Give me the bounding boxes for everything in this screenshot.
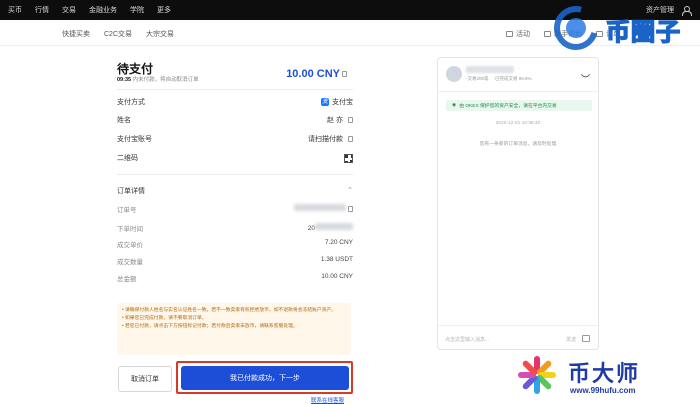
- detail-unit-price: 成交单价 7.20 CNY: [117, 239, 353, 251]
- detail-label: 下单时间: [117, 226, 143, 233]
- watermark-url: www.99hufu.com: [570, 386, 636, 395]
- image-upload-icon[interactable]: [582, 335, 590, 342]
- divider: [117, 174, 353, 175]
- merchant-completion: ·已完成交易 99.6%: [493, 76, 532, 81]
- main-menu: 买币 行情 交易 金融业务 学院 更多: [8, 5, 171, 15]
- payment-method-label: 支付方式: [117, 99, 145, 106]
- activity-link[interactable]: 活动: [506, 29, 530, 39]
- copy-icon[interactable]: [348, 136, 353, 142]
- detail-order-id: 订单号: [117, 204, 353, 216]
- merchant-trades: ·交易200笔: [466, 76, 489, 81]
- divider: [438, 91, 598, 92]
- tab-block-trade[interactable]: 大宗交易: [146, 29, 174, 39]
- order-amount: 10.00 CNY: [286, 68, 347, 80]
- watermark-logo-bottom: 币大师 www.99hufu.com: [512, 350, 700, 404]
- name-row: 姓名 赵 亦: [117, 113, 353, 127]
- logo-dot-icon: [566, 18, 586, 38]
- copy-icon[interactable]: [348, 117, 353, 123]
- countdown-text: 09:35 内未付款，将自动取消订单: [117, 75, 199, 83]
- detail-value: 20: [307, 225, 315, 232]
- chat-input[interactable]: 点击这里输入消息...: [445, 336, 489, 343]
- chat-system-message: 您有一条新的订单消息，请及时处理: [479, 142, 557, 147]
- qr-code-icon[interactable]: [344, 153, 353, 163]
- confirm-paid-button[interactable]: 我已付款成功，下一步: [181, 366, 349, 390]
- flower-logo-icon: [516, 354, 558, 396]
- chat-panel: · ·交易200笔 ·已完成交易 99.6% ◉ 由 OKEX 保护您的资产安全…: [437, 57, 599, 350]
- payment-method-row: 支付方式 支支付宝: [117, 95, 353, 109]
- name-label: 姓名: [117, 117, 131, 124]
- detail-value: 10.00 CNY: [321, 273, 353, 280]
- gift-icon: [506, 31, 513, 37]
- detail-value: 7.20 CNY: [324, 239, 353, 246]
- name-value: 赵 亦: [327, 117, 343, 124]
- nav-item-academy[interactable]: 学院: [130, 5, 144, 15]
- secure-banner: ◉ 由 OKEX 保护您的资产安全，请在平台内交易: [446, 100, 592, 111]
- countdown-suffix: 内未付款，将自动取消订单: [132, 77, 199, 83]
- shield-icon: ◉: [452, 103, 457, 108]
- nav-item-trade[interactable]: 交易: [62, 5, 76, 15]
- detail-quantity: 成交数量 1.38 USDT: [117, 256, 353, 268]
- chevron-up-icon[interactable]: ⌃: [347, 186, 353, 196]
- nav-item-more[interactable]: 更多: [157, 5, 171, 15]
- tab-c2c[interactable]: C2C交易: [104, 29, 132, 39]
- notice-line: • 若您已付款，请点击下方按钮标记付款；若付款后卖家未放币，请联系客服处理。: [122, 324, 298, 329]
- secure-text: 由 OKEX 保护您的资产安全，请在平台内交易: [459, 104, 557, 109]
- nav-item-buy[interactable]: 买币: [8, 5, 22, 15]
- detail-total: 总金额 10.00 CNY: [117, 273, 353, 285]
- merchant-nick: ·: [518, 66, 520, 72]
- copy-icon[interactable]: [348, 206, 353, 213]
- detail-label: 订单号: [117, 207, 137, 214]
- contact-support-link[interactable]: 联系在线客服: [311, 396, 344, 404]
- countdown-timer: 09:35: [117, 77, 132, 83]
- qr-code-label: 二维码: [117, 155, 138, 162]
- payment-notice: • 请确保付款人姓名与实名认证姓名一致，若不一致卖家有权拒绝放币，如不退款将会冻…: [117, 303, 351, 355]
- divider: [117, 89, 353, 90]
- copy-icon[interactable]: [342, 71, 347, 78]
- tab-quick-trade[interactable]: 快捷买卖: [62, 29, 90, 39]
- detail-label: 成交数量: [117, 259, 143, 266]
- watermark-text: 币圈子: [605, 18, 681, 47]
- payment-method-value[interactable]: 支付宝: [332, 97, 353, 107]
- order-details-title: 订单详情: [117, 188, 145, 195]
- detail-value: 1.38 USDT: [320, 256, 353, 263]
- notice-line: • 请确保付款人姓名与实名认证姓名一致，若不一致卖家有权拒绝放币，如不退款将会冻…: [122, 308, 337, 313]
- alipay-account-value: 请扫描付款: [308, 136, 343, 143]
- phone-icon[interactable]: [580, 69, 591, 80]
- order-details-header[interactable]: 订单详情 ⌃: [117, 186, 353, 196]
- nav-item-finance[interactable]: 金融业务: [89, 5, 117, 15]
- send-button[interactable]: 发送: [566, 336, 576, 343]
- alipay-icon: 支: [321, 98, 329, 106]
- chat-input-bar: 点击这里输入消息... 发送: [438, 325, 598, 350]
- detail-label: 成交单价: [117, 242, 143, 249]
- detail-order-time: 下单时间 20: [117, 223, 353, 235]
- activity-label: 活动: [516, 31, 530, 38]
- alipay-account-label: 支付宝账号: [117, 136, 152, 143]
- order-amount-value: 10.00 CNY: [286, 68, 340, 80]
- chat-timestamp: 2020-12-01 10:38:40: [495, 121, 541, 126]
- avatar: [446, 66, 462, 82]
- detail-label: 总金额: [117, 276, 137, 283]
- alipay-account-row: 支付宝账号 请扫描付款: [117, 132, 353, 146]
- cancel-order-button[interactable]: 取消订单: [118, 366, 172, 392]
- watermark-logo-top: 币圈子: [545, 0, 700, 59]
- nav-item-market[interactable]: 行情: [35, 5, 49, 15]
- blurred-time: [315, 223, 353, 230]
- watermark-text: 币大师: [568, 361, 641, 386]
- qr-code-row: 二维码: [117, 151, 353, 165]
- blurred-order-id: [294, 204, 346, 211]
- merchant-meta: ·交易200笔 ·已完成交易 99.6%: [466, 76, 532, 82]
- notice-line: • 如果您已完成付款，请不要取消订单。: [122, 316, 207, 321]
- merchant-name-blurred: [466, 66, 514, 73]
